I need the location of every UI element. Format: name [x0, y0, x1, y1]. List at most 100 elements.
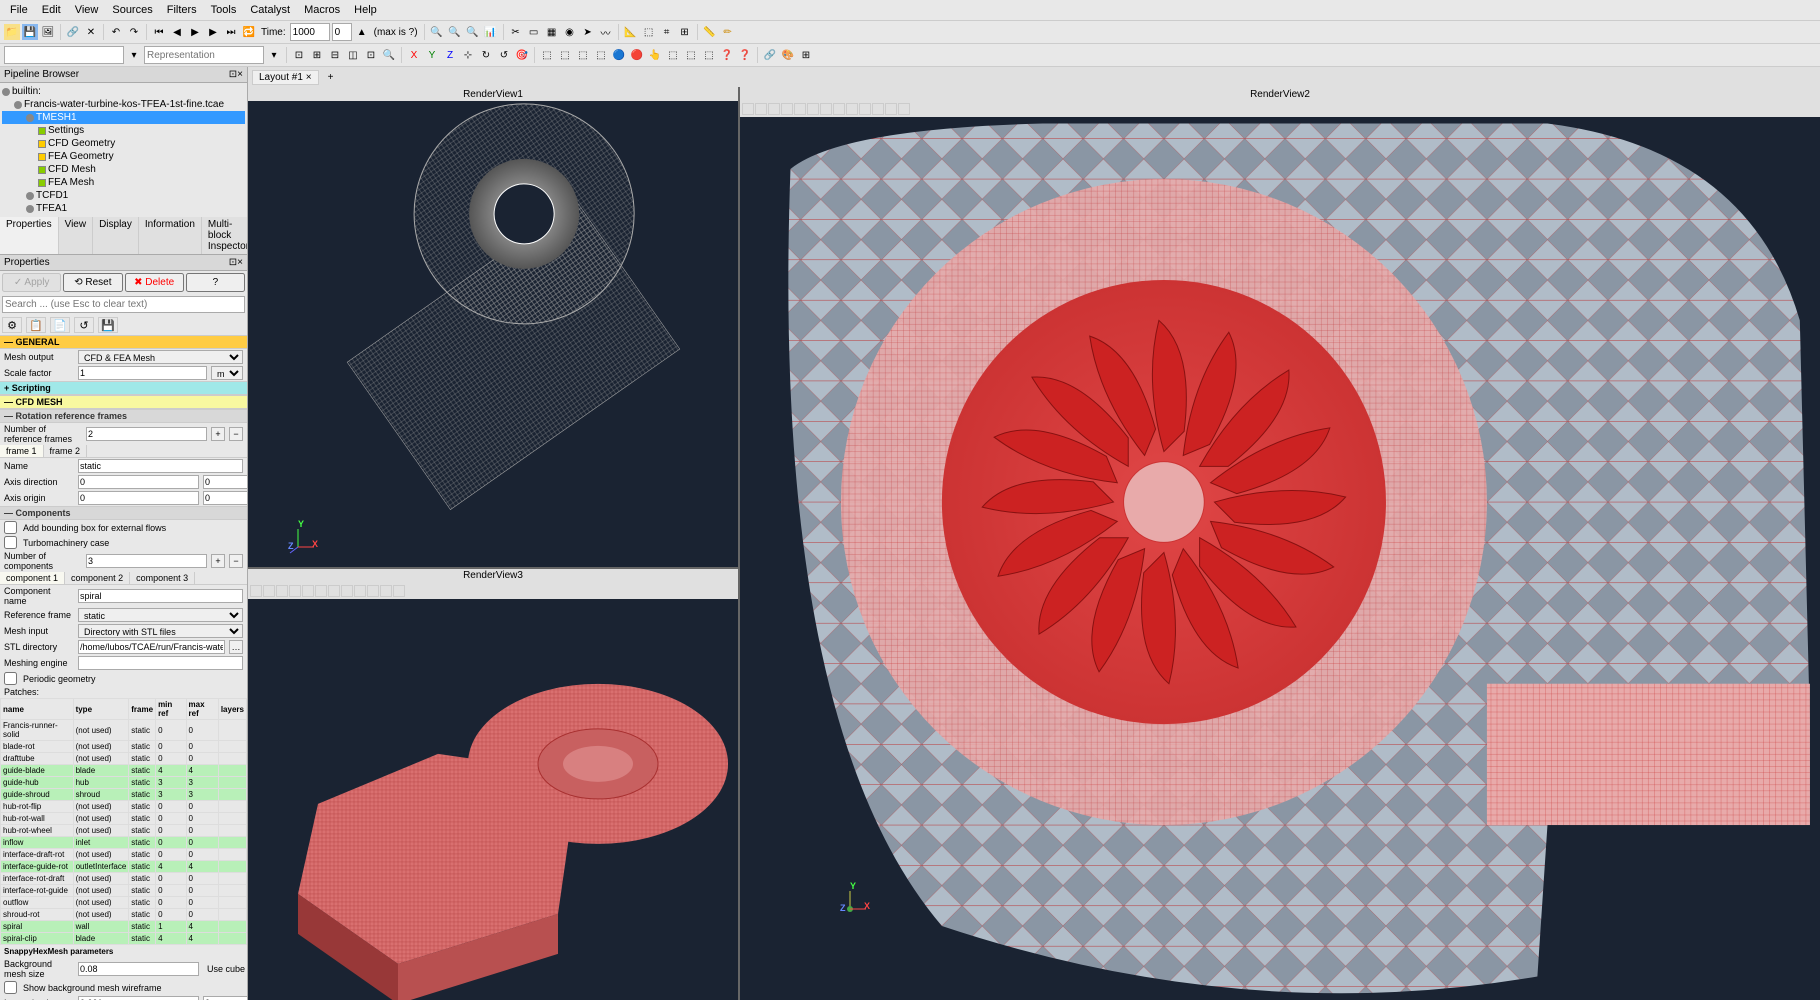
mesh-output-select[interactable]: CFD & FEA Mesh [78, 350, 243, 364]
select-icon[interactable]: ⬚ [683, 47, 699, 63]
render-view-2[interactable]: RenderView2 [740, 87, 1820, 1000]
warp-icon[interactable]: ⌗ [659, 24, 675, 40]
settings-icon[interactable]: ⚙ [2, 317, 22, 333]
save-icon[interactable]: 💾 [22, 24, 38, 40]
table-row[interactable]: drafttube(not used)static00 [1, 753, 247, 765]
prev-icon[interactable]: ◀ [169, 24, 185, 40]
add-button[interactable]: + [211, 427, 225, 441]
table-row[interactable]: interface-rot-draft(not used)static00 [1, 873, 247, 885]
vp-tool-icon[interactable] [302, 585, 314, 597]
tree-item[interactable]: FEA Geometry [2, 150, 245, 163]
vp-tool-icon[interactable] [885, 103, 897, 115]
table-row[interactable]: guide-bladebladestatic44 [1, 765, 247, 777]
scale-unit-select[interactable]: m [211, 366, 243, 380]
table-row[interactable]: interface-draft-rot(not used)static00 [1, 849, 247, 861]
component-tab[interactable]: component 2 [65, 572, 130, 584]
close-icon[interactable]: ⊡× [229, 69, 243, 80]
last-icon[interactable]: ⏭ [223, 24, 239, 40]
table-row[interactable]: inflowinletstatic00 [1, 837, 247, 849]
table-row[interactable]: interface-rot-guide(not used)static00 [1, 885, 247, 897]
undo-icon[interactable]: ↶ [108, 24, 124, 40]
vp-tool-icon[interactable] [898, 103, 910, 115]
down-icon[interactable]: ▾ [266, 47, 282, 63]
tree-item[interactable]: CFD Mesh [2, 163, 245, 176]
internal-y[interactable] [203, 996, 247, 1000]
vp-tool-icon[interactable] [354, 585, 366, 597]
interact-icon[interactable]: 👆 [647, 47, 663, 63]
tab-properties[interactable]: Properties [0, 217, 59, 254]
table-row[interactable]: hub-rot-wheel(not used)static00 [1, 825, 247, 837]
hover-icon[interactable]: ❓ [737, 47, 753, 63]
vp-tool-icon[interactable] [276, 585, 288, 597]
vp-tool-icon[interactable] [328, 585, 340, 597]
apply-button[interactable]: ✓ Apply [2, 273, 61, 292]
show-bg-checkbox[interactable] [4, 981, 17, 994]
menu-catalyst[interactable]: Catalyst [244, 2, 296, 18]
ref-frame-select[interactable]: static [78, 608, 243, 622]
ruler-icon[interactable]: 📏 [702, 24, 718, 40]
section-general[interactable]: — GENERAL [0, 335, 247, 349]
turbo-checkbox[interactable] [4, 536, 17, 549]
time-input[interactable] [290, 23, 330, 41]
vp-tool-icon[interactable] [341, 585, 353, 597]
layout-tab[interactable]: Layout #1 × [252, 70, 319, 85]
down-icon[interactable]: ▾ [126, 47, 142, 63]
axis-z-icon[interactable]: Z [442, 47, 458, 63]
next-icon[interactable]: ▶ [205, 24, 221, 40]
vp-tool-icon[interactable] [859, 103, 871, 115]
mesh-engine-input[interactable] [78, 656, 243, 670]
vp-tool-icon[interactable] [289, 585, 301, 597]
contour-icon[interactable]: ◉ [562, 24, 578, 40]
save-icon[interactable]: 💾 [98, 317, 118, 333]
frame-name-input[interactable] [78, 459, 243, 473]
tree-item[interactable]: TFEA1 [2, 202, 245, 215]
select-icon[interactable]: 🔴 [629, 47, 645, 63]
reset-button[interactable]: ⟲ Reset [63, 273, 122, 292]
select-icon[interactable]: ⬚ [665, 47, 681, 63]
menu-filters[interactable]: Filters [161, 2, 203, 18]
tree-item[interactable]: Settings [2, 124, 245, 137]
vp-tool-icon[interactable] [315, 585, 327, 597]
slice-icon[interactable]: ▭ [526, 24, 542, 40]
time-up-icon[interactable]: ▲ [354, 24, 370, 40]
tool-icon[interactable]: 🔍 [429, 24, 445, 40]
stream-icon[interactable]: 〰 [598, 24, 614, 40]
tree-item[interactable]: TCFD1 [2, 189, 245, 202]
vp-tool-icon[interactable] [768, 103, 780, 115]
vp-tool-icon[interactable] [820, 103, 832, 115]
bbox-checkbox[interactable] [4, 521, 17, 534]
vp-tool-icon[interactable] [263, 585, 275, 597]
search-input[interactable] [2, 296, 245, 313]
image-icon[interactable]: 🖼 [40, 24, 56, 40]
copy-icon[interactable]: 📋 [26, 317, 46, 333]
first-icon[interactable]: ⏮ [151, 24, 167, 40]
connect-icon[interactable]: 🔗 [65, 24, 81, 40]
redo-icon[interactable]: ↷ [126, 24, 142, 40]
remove-button[interactable]: − [229, 554, 243, 568]
vp-tool-icon[interactable] [794, 103, 806, 115]
section-components[interactable]: — Components [0, 506, 247, 520]
axis-origin-x[interactable] [78, 491, 199, 505]
extract-icon[interactable]: ⬚ [641, 24, 657, 40]
select-icon[interactable]: 🔵 [611, 47, 627, 63]
axis-x-icon[interactable]: X [406, 47, 422, 63]
calc-icon[interactable]: 📐 [623, 24, 639, 40]
add-button[interactable]: + [211, 554, 225, 568]
render-view-1[interactable]: RenderView1 [248, 87, 738, 567]
view-icon[interactable]: ⊡ [363, 47, 379, 63]
tree-item[interactable]: FEA Mesh [2, 176, 245, 189]
view-icon[interactable]: ⊡ [291, 47, 307, 63]
axis-y-icon[interactable]: Y [424, 47, 440, 63]
tab-view[interactable]: View [59, 217, 94, 254]
pencil-icon[interactable]: ✏ [720, 24, 736, 40]
tab-multi-block-inspector[interactable]: Multi-block Inspector [202, 217, 248, 254]
time-idx-input[interactable] [332, 23, 352, 41]
vp-tool-icon[interactable] [755, 103, 767, 115]
menu-file[interactable]: File [4, 2, 34, 18]
section-rotframes[interactable]: — Rotation reference frames [0, 409, 247, 423]
glyph-icon[interactable]: ➤ [580, 24, 596, 40]
vp-tool-icon[interactable] [380, 585, 392, 597]
vp-tool-icon[interactable] [846, 103, 858, 115]
bg-mesh-input[interactable] [78, 962, 199, 976]
vp-tool-icon[interactable] [393, 585, 405, 597]
